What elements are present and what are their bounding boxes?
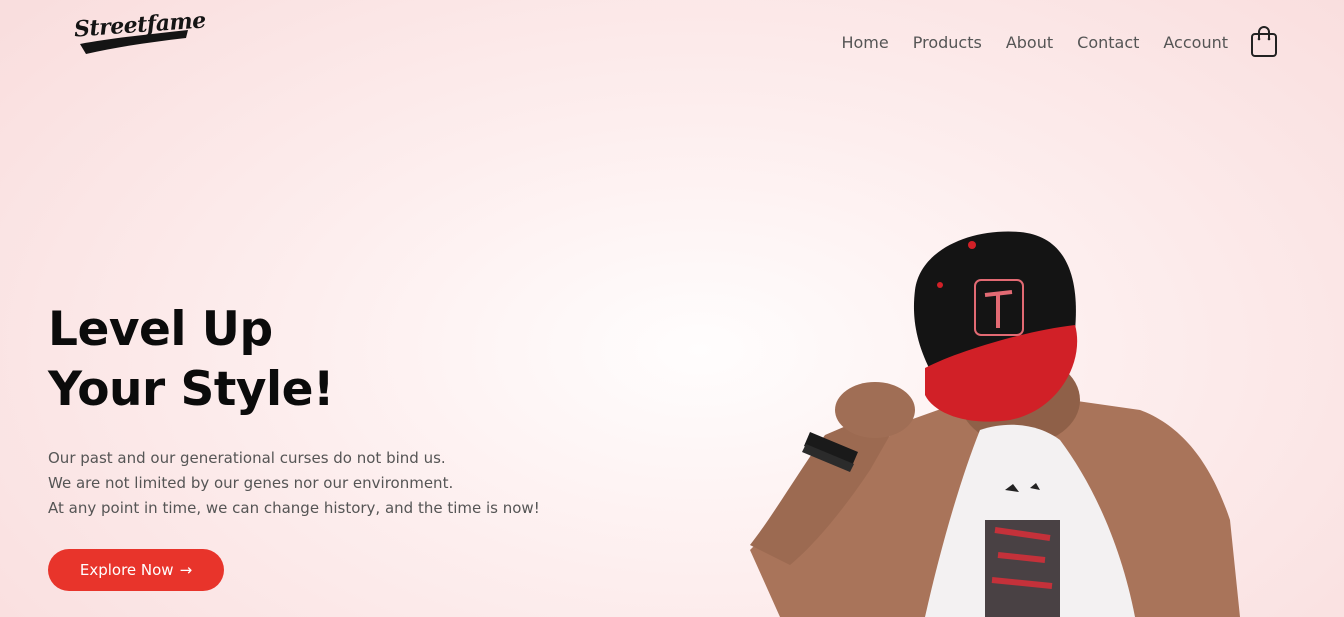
hero-title-line-2: Your Style! bbox=[48, 362, 334, 417]
nav-home[interactable]: Home bbox=[841, 33, 888, 52]
nav-account[interactable]: Account bbox=[1163, 33, 1228, 52]
explore-now-label: Explore Now bbox=[79, 561, 174, 579]
nav-contact[interactable]: Contact bbox=[1077, 33, 1139, 52]
hero-paragraph-line-3: At any point in time, we can change hist… bbox=[48, 499, 540, 517]
hero-paragraph: Our past and our generational curses do … bbox=[48, 446, 540, 521]
hero-title: Level Up Your Style! bbox=[48, 300, 334, 420]
nav-about[interactable]: About bbox=[1006, 33, 1053, 52]
hero-paragraph-line-2: We are not limited by our genes nor our … bbox=[48, 474, 454, 492]
hero-title-line-1: Level Up bbox=[48, 302, 273, 357]
shopping-bag-icon[interactable] bbox=[1250, 26, 1278, 58]
brand-logo[interactable]: Streetfame bbox=[72, 7, 207, 56]
main-nav: Home Products About Contact Account bbox=[817, 26, 1278, 58]
explore-now-button[interactable]: Explore Now → bbox=[48, 549, 224, 591]
hero-model-image bbox=[750, 231, 1240, 617]
nav-products[interactable]: Products bbox=[913, 33, 982, 52]
hero-paragraph-line-1: Our past and our generational curses do … bbox=[48, 449, 446, 467]
arrow-right-icon: → bbox=[179, 561, 193, 579]
